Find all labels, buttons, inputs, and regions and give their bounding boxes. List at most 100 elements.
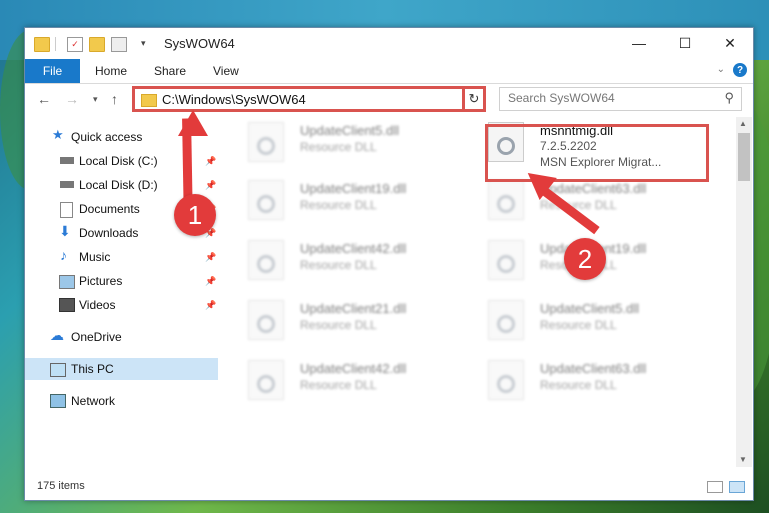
cloud-icon: ☁ — [50, 327, 64, 343]
gear-icon — [257, 375, 275, 393]
sidebar-item-videos[interactable]: Videos 📌 — [25, 294, 218, 316]
callout-badge-2: 2 — [564, 238, 606, 280]
tab-share[interactable]: Share — [154, 59, 186, 83]
pin-icon: 📌 — [205, 155, 217, 166]
details-view-icon[interactable] — [707, 481, 723, 493]
dll-file-icon — [248, 360, 284, 400]
list-item[interactable]: UpdateClient21.dll Resource DLL — [248, 296, 478, 340]
address-bar[interactable]: C:\Windows\SysWOW64 ▾ — [132, 86, 483, 112]
sidebar-item-label: OneDrive — [71, 330, 122, 344]
file-type: Resource DLL — [540, 318, 617, 332]
pin-icon: 📌 — [205, 179, 217, 190]
list-item[interactable]: UpdateClient5.dll Resource DLL — [248, 118, 478, 162]
search-input[interactable]: Search SysWOW64 ⚲ — [499, 87, 742, 111]
scroll-down-icon[interactable]: ▼ — [739, 455, 747, 464]
divider — [55, 37, 56, 51]
gear-icon — [497, 195, 515, 213]
gear-icon — [257, 255, 275, 273]
pin-icon: 📌 — [205, 275, 217, 286]
dll-file-icon — [248, 300, 284, 340]
download-icon: ⬇ — [59, 223, 71, 239]
tab-home[interactable]: Home — [95, 59, 127, 83]
help-icon[interactable]: ? — [733, 63, 747, 77]
recent-locations-icon[interactable]: ▾ — [93, 94, 98, 105]
drive-icon — [60, 157, 74, 164]
pictures-icon — [59, 275, 75, 289]
expand-ribbon-icon[interactable]: ⌄ — [717, 64, 725, 75]
sidebar-item-network[interactable]: Network — [25, 390, 218, 412]
gear-icon — [257, 195, 275, 213]
sidebar-item-label: Music — [79, 250, 111, 264]
arrowhead-1 — [178, 110, 208, 136]
close-button[interactable]: ✕ — [707, 28, 753, 58]
sidebar-item-label: Quick access — [71, 130, 143, 144]
gear-icon — [497, 315, 515, 333]
file-name: UpdateClient63.dll — [540, 361, 647, 376]
window-title: SysWOW64 — [164, 36, 235, 51]
search-icon: ⚲ — [724, 90, 734, 105]
sidebar-item-label: Local Disk (C:) — [79, 154, 158, 168]
minimize-button[interactable]: — — [616, 28, 662, 58]
file-name: UpdateClient19.dll — [300, 181, 407, 196]
ribbon-tabs: File Home Share View ⌄ ? — [25, 59, 753, 84]
sidebar-item-music[interactable]: ♪ Music 📌 — [25, 246, 218, 268]
maximize-button[interactable]: ☐ — [662, 28, 708, 58]
gear-icon — [257, 137, 275, 155]
file-type: Resource DLL — [300, 258, 377, 272]
tab-view[interactable]: View — [213, 59, 239, 83]
item-count: 175 items — [37, 480, 85, 492]
vertical-scrollbar[interactable]: ▲ ▼ — [736, 117, 752, 467]
sidebar-item-pictures[interactable]: Pictures 📌 — [25, 270, 218, 292]
chevron-down-icon[interactable]: ▾ — [141, 38, 146, 49]
customize-toolbar-icon[interactable] — [111, 37, 127, 52]
dll-file-icon — [248, 240, 284, 280]
forward-arrow-icon[interactable]: → — [65, 91, 79, 107]
list-item[interactable]: UpdateClient42.dll Resource DLL — [248, 356, 478, 400]
callout-badge-1: 1 — [174, 194, 216, 236]
dll-file-icon — [488, 180, 524, 220]
folder-icon — [34, 37, 50, 52]
refresh-button[interactable]: ↻ — [462, 86, 486, 112]
dll-file-icon — [488, 300, 524, 340]
up-arrow-icon[interactable]: ↑ — [111, 91, 118, 107]
list-item[interactable]: UpdateClient63.dll Resource DLL — [488, 356, 718, 400]
scroll-thumb[interactable] — [738, 133, 750, 181]
list-item[interactable]: UpdateClient19.dll Resource DLL — [248, 176, 478, 220]
sidebar-item-label: Local Disk (D:) — [79, 178, 158, 192]
properties-icon[interactable]: ✓ — [67, 37, 83, 52]
sidebar-item-this-pc[interactable]: This PC — [25, 358, 218, 380]
folder-icon — [141, 94, 157, 107]
computer-icon — [50, 363, 66, 377]
file-type: Resource DLL — [540, 378, 617, 392]
large-icons-view-icon[interactable] — [729, 481, 745, 493]
dll-file-icon — [248, 180, 284, 220]
scroll-up-icon[interactable]: ▲ — [739, 119, 747, 128]
tab-file[interactable]: File — [25, 59, 80, 83]
file-type: Resource DLL — [300, 318, 377, 332]
file-type: Resource DLL — [300, 198, 377, 212]
dll-file-icon — [488, 360, 524, 400]
address-path: C:\Windows\SysWOW64 — [162, 92, 306, 107]
sidebar-item-label: Downloads — [79, 226, 139, 240]
document-icon — [60, 202, 73, 218]
music-icon: ♪ — [60, 247, 67, 263]
sidebar-item-onedrive[interactable]: ☁ OneDrive — [25, 326, 218, 348]
file-name: UpdateClient42.dll — [300, 241, 407, 256]
sidebar-item-label: This PC — [71, 362, 114, 376]
file-name: UpdateClient5.dll — [540, 301, 640, 316]
back-arrow-icon[interactable]: ← — [37, 91, 51, 107]
gear-icon — [497, 375, 515, 393]
navigation-bar: ← → ▾ ↑ C:\Windows\SysWOW64 ▾ ↻ Search S… — [25, 84, 753, 116]
pin-icon: 📌 — [205, 299, 217, 310]
video-icon — [59, 298, 75, 312]
drive-icon — [60, 181, 74, 188]
network-icon — [50, 394, 66, 408]
new-folder-icon[interactable] — [89, 37, 105, 52]
list-item[interactable]: UpdateClient5.dll Resource DLL — [488, 296, 718, 340]
dll-file-icon — [248, 122, 284, 162]
file-name: UpdateClient5.dll — [300, 123, 400, 138]
gear-icon — [497, 255, 515, 273]
list-item[interactable]: UpdateClient42.dll Resource DLL — [248, 236, 478, 280]
file-name: UpdateClient42.dll — [300, 361, 407, 376]
file-highlight-box — [485, 124, 709, 182]
